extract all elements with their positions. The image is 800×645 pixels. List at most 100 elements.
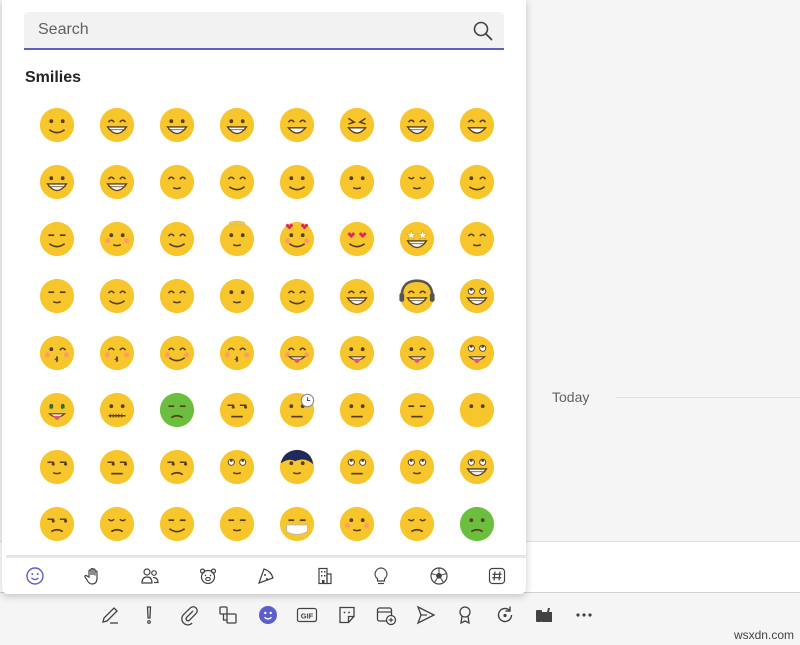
kissing-emoji[interactable]	[87, 324, 147, 381]
important-icon[interactable]	[130, 600, 170, 630]
smirk-up-emoji[interactable]	[207, 153, 267, 210]
attach-paperclip-icon[interactable]	[169, 600, 209, 630]
unamused-emoji[interactable]	[87, 438, 147, 495]
laugh-emoji[interactable]	[87, 96, 147, 153]
yummy-emoji[interactable]	[267, 324, 327, 381]
more-options-icon[interactable]	[564, 600, 604, 630]
thinking-icon	[219, 278, 255, 313]
content-emoji[interactable]	[267, 153, 327, 210]
rolling-laugh-emoji[interactable]	[447, 96, 507, 153]
angel-emoji[interactable]	[207, 210, 267, 267]
hand-on-face-emoji[interactable]	[147, 267, 207, 324]
happy-emoji[interactable]	[267, 96, 327, 153]
wondering-emoji[interactable]	[207, 438, 267, 495]
emoji-button-icon[interactable]	[248, 600, 288, 630]
thinking-up-emoji[interactable]	[387, 438, 447, 495]
nerd-teeth-icon	[459, 278, 495, 313]
money-mouth-icon: $ $	[39, 392, 75, 427]
big-smile-emoji[interactable]	[147, 96, 207, 153]
injured-emoji[interactable]	[387, 495, 447, 546]
shy-hand-icon	[459, 221, 495, 256]
innocent-smile-emoji[interactable]	[327, 153, 387, 210]
sticker-icon[interactable]	[327, 600, 367, 630]
tongue-out-emoji[interactable]	[327, 324, 387, 381]
tears-of-joy-emoji[interactable]	[87, 153, 147, 210]
emoji-search-field[interactable]: Search	[24, 12, 504, 50]
salute-emoji[interactable]	[327, 267, 387, 324]
emo-icon	[279, 449, 315, 484]
relieved-sigh-emoji[interactable]	[147, 495, 207, 546]
animals-category-icon[interactable]	[197, 565, 219, 587]
sneeze-emoji[interactable]	[27, 267, 87, 324]
blushing-icon	[159, 335, 195, 370]
relieved-emoji[interactable]	[27, 210, 87, 267]
expressionless-emoji[interactable]	[387, 381, 447, 438]
updates-refresh-icon[interactable]	[485, 600, 525, 630]
thumbs-up-app-icon[interactable]	[525, 600, 565, 630]
symbols-category-icon[interactable]	[486, 565, 508, 587]
nauseated-emoji[interactable]	[447, 495, 507, 546]
clap-emoji[interactable]	[87, 267, 147, 324]
activities-category-icon[interactable]	[428, 565, 450, 587]
people-category-icon[interactable]	[139, 565, 161, 587]
headphones-emoji[interactable]	[387, 267, 447, 324]
blush-emoji[interactable]	[87, 210, 147, 267]
rolling-eyes-emoji[interactable]	[327, 438, 387, 495]
calm-icon	[399, 164, 435, 199]
search-icon[interactable]	[472, 20, 494, 42]
heart-eyes-emoji[interactable]	[327, 210, 387, 267]
giggle-icon	[159, 164, 195, 199]
emo-emoji[interactable]	[267, 438, 327, 495]
schedule-meeting-icon[interactable]	[367, 600, 407, 630]
money-mouth-emoji[interactable]: $ $	[27, 381, 87, 438]
gif-icon[interactable]: GIF	[288, 600, 328, 630]
smilies-category-icon[interactable]	[24, 565, 46, 587]
nerd-teeth-emoji[interactable]	[447, 267, 507, 324]
blush-kiss-emoji[interactable]	[207, 324, 267, 381]
grimace-emoji[interactable]	[447, 438, 507, 495]
confused-blush-emoji[interactable]	[327, 495, 387, 546]
praise-badge-icon[interactable]	[446, 600, 486, 630]
sleepy-emoji[interactable]	[207, 495, 267, 546]
worried-emoji[interactable]	[87, 495, 147, 546]
emoji-search-input[interactable]: Search	[38, 21, 89, 39]
stream-send-icon[interactable]	[406, 600, 446, 630]
kiss-heart-emoji[interactable]	[27, 324, 87, 381]
zipped-mouth-emoji[interactable]	[87, 381, 147, 438]
tongue-wink-emoji[interactable]	[387, 324, 447, 381]
smile-emoji[interactable]	[27, 96, 87, 153]
hearts-emoji[interactable]	[267, 210, 327, 267]
giggle-emoji[interactable]	[147, 153, 207, 210]
side-eye-emoji[interactable]	[207, 381, 267, 438]
silly-emoji[interactable]	[27, 153, 87, 210]
blushing-emoji[interactable]	[147, 324, 207, 381]
format-pen-icon[interactable]	[90, 600, 130, 630]
grin-emoji[interactable]	[207, 96, 267, 153]
smile-closed-eyes-emoji[interactable]	[147, 210, 207, 267]
no-mouth-emoji[interactable]	[447, 381, 507, 438]
squinting-laugh-emoji[interactable]	[327, 96, 387, 153]
star-struck-emoji[interactable]	[387, 210, 447, 267]
loop-component-icon[interactable]	[209, 600, 249, 630]
calm-emoji[interactable]	[387, 153, 447, 210]
facepalm-emoji[interactable]	[267, 267, 327, 324]
sweat-laugh-emoji[interactable]	[387, 96, 447, 153]
food-category-icon[interactable]	[255, 565, 277, 587]
mask-emoji[interactable]	[267, 495, 327, 546]
tears-of-joy-icon	[99, 164, 135, 199]
angry-green-icon	[159, 392, 195, 427]
smug-emoji[interactable]	[27, 438, 87, 495]
hand-gestures-category-icon[interactable]	[82, 565, 104, 587]
wondering-icon	[219, 449, 255, 484]
crazy-emoji[interactable]	[447, 324, 507, 381]
thinking-emoji[interactable]	[207, 267, 267, 324]
shy-hand-emoji[interactable]	[447, 210, 507, 267]
eye-roll-emoji[interactable]	[147, 438, 207, 495]
waiting-emoji[interactable]	[267, 381, 327, 438]
places-category-icon[interactable]	[313, 565, 335, 587]
wink-emoji[interactable]	[447, 153, 507, 210]
puzzled-emoji[interactable]	[27, 495, 87, 546]
angry-green-emoji[interactable]	[147, 381, 207, 438]
objects-category-icon[interactable]	[370, 565, 392, 587]
neutral-emoji[interactable]	[327, 381, 387, 438]
